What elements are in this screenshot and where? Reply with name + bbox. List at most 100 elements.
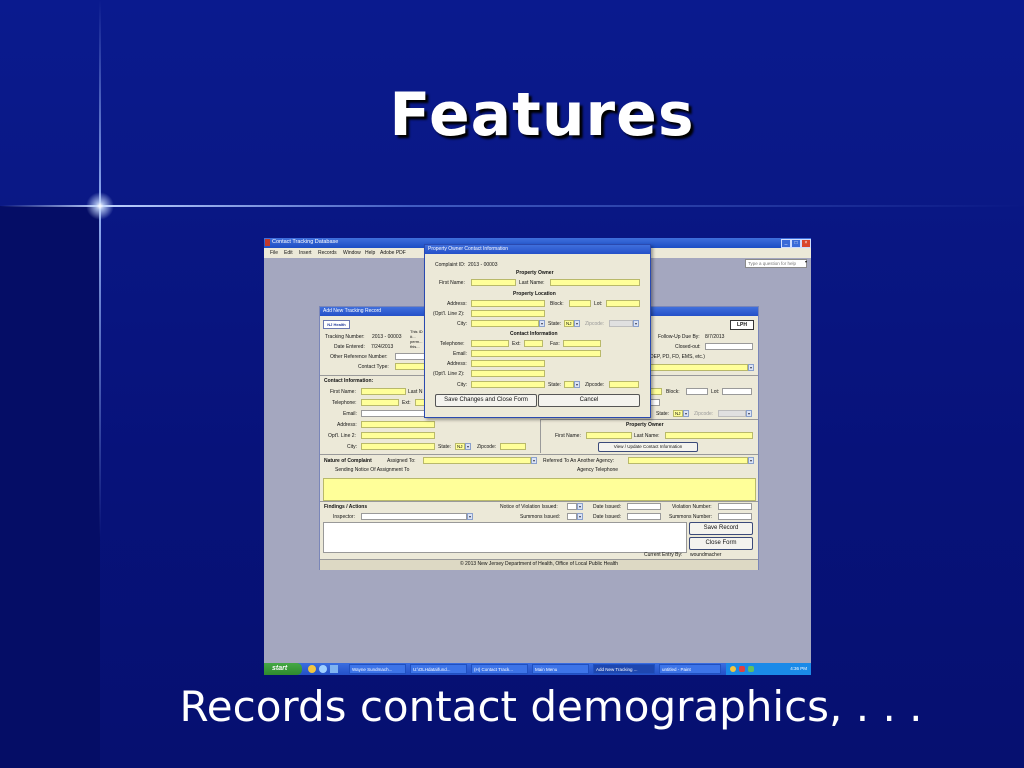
menu-help[interactable]: Help [365, 250, 375, 256]
tray-network-icon[interactable] [748, 666, 754, 672]
quicklaunch-icon[interactable] [308, 665, 316, 673]
ie-icon[interactable] [319, 665, 327, 673]
right-state-dropdown-icon[interactable]: ▾ [683, 410, 689, 417]
dialog-line2-field[interactable] [471, 310, 545, 317]
violation-number-field[interactable] [718, 503, 752, 510]
state-dropdown-icon[interactable]: ▾ [465, 443, 471, 450]
lot-field[interactable] [722, 388, 752, 395]
nov-dropdown-icon[interactable]: ▾ [577, 503, 583, 510]
dialog-city-field[interactable] [471, 320, 539, 327]
other-reference-field[interactable] [395, 353, 425, 360]
menu-edit[interactable]: Edit [284, 250, 293, 256]
help-dropdown-icon[interactable]: ▾ [805, 259, 810, 267]
dialog-contact-city-field[interactable] [471, 381, 545, 388]
dialog-ext-field[interactable] [524, 340, 543, 347]
cancel-button[interactable]: Cancel [538, 394, 640, 407]
closed-out-field[interactable] [705, 343, 753, 350]
summons-date-issued-field[interactable] [627, 513, 661, 520]
owner-first-name-field[interactable] [586, 432, 632, 439]
summons-dropdown-icon[interactable]: ▾ [577, 513, 583, 520]
right-address-field[interactable] [650, 388, 662, 395]
menu-file[interactable]: File [270, 250, 278, 256]
dialog-contact-zip-field[interactable] [609, 381, 639, 388]
dialog-first-name-field[interactable] [471, 279, 516, 286]
nj-health-logo: NJ Health [323, 320, 350, 329]
slide-title: Features [389, 80, 695, 150]
menu-window[interactable]: Window [343, 250, 361, 256]
state-field[interactable]: NJ [455, 443, 465, 450]
inspector-field[interactable] [361, 513, 467, 520]
right-state-field[interactable]: NJ [673, 410, 683, 417]
dialog-block-field[interactable] [569, 300, 591, 307]
agency-dropdown-icon[interactable]: ▾ [748, 364, 754, 371]
complaint-text-area[interactable] [323, 478, 756, 501]
referred-agency-dropdown-icon[interactable]: ▾ [748, 457, 754, 464]
close-icon[interactable]: × [801, 239, 811, 248]
dialog-zip-field[interactable] [609, 320, 633, 327]
desktop-icon[interactable] [330, 665, 338, 673]
dialog-lot-label: Lot: [594, 301, 603, 307]
dialog-zip-dropdown-icon[interactable]: ▾ [633, 320, 639, 327]
assigned-to-field[interactable] [423, 457, 531, 464]
summons-issued-field[interactable] [567, 513, 577, 520]
menu-adobe-pdf[interactable]: Adobe PDF [380, 250, 406, 256]
tray-icon[interactable] [730, 666, 736, 672]
dialog-address-field[interactable] [471, 300, 545, 307]
nov-date-issued-field[interactable] [627, 503, 661, 510]
tray-security-icon[interactable] [739, 666, 745, 672]
menu-insert[interactable]: Insert [299, 250, 312, 256]
close-form-button[interactable]: Close Form [689, 537, 753, 550]
address-field[interactable] [361, 421, 435, 428]
ext-label: Ext: [402, 400, 411, 406]
dialog-contact-line2-field[interactable] [471, 370, 545, 377]
first-name-field[interactable] [361, 388, 406, 395]
dialog-contact-state-dropdown-icon[interactable]: ▾ [574, 381, 580, 388]
email-field[interactable] [361, 410, 426, 417]
taskbar-item-main-menu[interactable]: Main Menu [532, 664, 589, 674]
dialog-contact-state-field[interactable] [564, 381, 574, 388]
dialog-state-dropdown-icon[interactable]: ▾ [574, 320, 580, 327]
taskbar-item-paint[interactable]: untitled - Paint [659, 664, 721, 674]
city-field[interactable] [361, 443, 435, 450]
nov-issued-field[interactable] [567, 503, 577, 510]
dialog-city-dropdown-icon[interactable]: ▾ [539, 320, 545, 327]
taskbar-item-folder[interactable]: U:\OLHdata\fund... [410, 664, 467, 674]
zipcode-field[interactable] [500, 443, 526, 450]
closed-out-label: Closed-out: [675, 344, 701, 350]
inspector-dropdown-icon[interactable]: ▾ [467, 513, 473, 520]
taskbar-item-add-tracking[interactable]: Add New Tracking ... [593, 664, 655, 674]
agency-field[interactable] [650, 364, 748, 371]
menu-records[interactable]: Records [318, 250, 337, 256]
dialog-state-field[interactable]: NJ [564, 320, 574, 327]
view-update-contact-button[interactable]: View / Update Contact Information [598, 442, 698, 452]
dialog-telephone-field[interactable] [471, 340, 509, 347]
findings-text-area[interactable] [323, 522, 687, 553]
block-field[interactable] [686, 388, 708, 395]
help-search-input[interactable]: Type a question for help [745, 259, 807, 268]
right-line2-field[interactable] [650, 399, 660, 406]
telephone-field[interactable] [361, 399, 399, 406]
maximize-icon[interactable]: □ [791, 239, 801, 248]
decorative-horizontal-line [0, 205, 1024, 207]
owner-last-name-label: Last Name: [634, 433, 660, 439]
dialog-contact-state-label: State: [548, 382, 562, 388]
save-record-button[interactable]: Save Record [689, 522, 753, 535]
start-button[interactable]: start [264, 663, 302, 675]
taskbar-item-mail[interactable]: Wayne Sundmach... [349, 664, 406, 674]
dialog-fax-field[interactable] [563, 340, 601, 347]
summons-number-field[interactable] [718, 513, 752, 520]
assigned-to-dropdown-icon[interactable]: ▾ [531, 457, 537, 464]
right-zipcode-field[interactable] [718, 410, 746, 417]
dialog-email-field[interactable] [471, 350, 601, 357]
owner-last-name-field[interactable] [665, 432, 753, 439]
right-zipcode-dropdown-icon[interactable]: ▾ [746, 410, 752, 417]
dialog-lot-field[interactable] [606, 300, 640, 307]
dialog-contact-address-field[interactable] [471, 360, 545, 367]
save-changes-close-button[interactable]: Save Changes and Close Form [435, 394, 537, 407]
contact-type-field[interactable] [395, 363, 425, 370]
referred-agency-field[interactable] [628, 457, 748, 464]
minimize-icon[interactable]: _ [781, 239, 791, 248]
dialog-last-name-field[interactable] [550, 279, 640, 286]
taskbar-item-contact-tracking[interactable]: (H) Contact Track... [471, 664, 528, 674]
address-line2-field[interactable] [361, 432, 435, 439]
